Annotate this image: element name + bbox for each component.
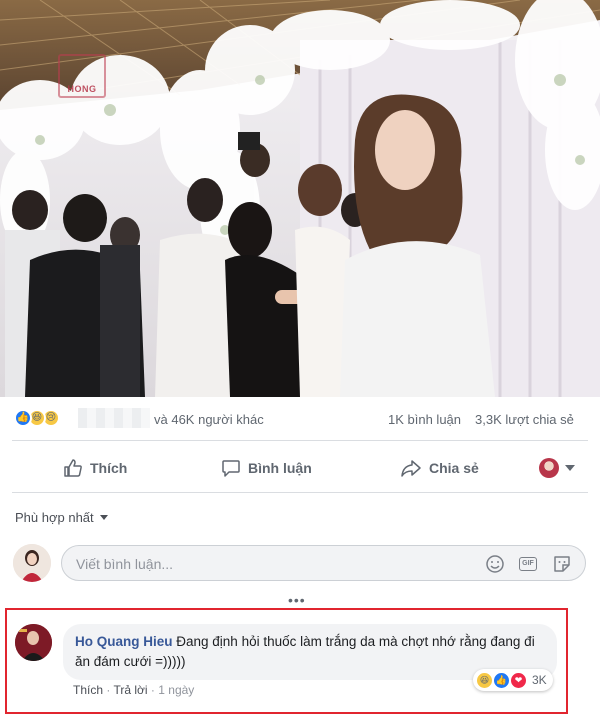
profile-avatar-icon — [539, 458, 559, 478]
sticker-icon[interactable] — [552, 554, 572, 574]
divider — [12, 492, 588, 493]
more-comments-indicator[interactable]: ••• — [288, 592, 306, 608]
comment-composer[interactable]: GIF — [61, 545, 586, 581]
sort-label: Phù hợp nhất — [15, 510, 94, 525]
share-button-label: Chia sẻ — [429, 460, 479, 476]
post-photo[interactable]: HONG — [0, 0, 600, 397]
current-user-avatar[interactable] — [13, 544, 51, 582]
post-stats-row: 👍 😆 😢 và 46K người khác 1K bình luận 3,3… — [0, 404, 600, 436]
commenter-avatar[interactable] — [15, 624, 52, 661]
comment-reactions-pill[interactable]: 😆 👍 ❤ 3K — [473, 669, 553, 691]
comment-button[interactable]: Bình luận — [221, 452, 312, 484]
share-button[interactable]: Chia sẻ — [400, 452, 479, 484]
caret-down-icon — [565, 465, 575, 471]
like-reaction-icon: 👍 — [494, 672, 509, 688]
divider — [12, 440, 588, 441]
meta-separator: · — [150, 683, 155, 697]
react-as-selector[interactable] — [539, 452, 575, 484]
like-button[interactable]: Thích — [63, 452, 127, 484]
comment-reaction-count: 3K — [532, 673, 547, 687]
emoji-icon[interactable] — [485, 554, 505, 574]
user-photo-icon — [13, 544, 51, 582]
caret-down-icon — [99, 515, 108, 520]
gif-icon[interactable]: GIF — [518, 554, 538, 574]
comment-time[interactable]: 1 ngày — [158, 683, 194, 697]
comment-button-label: Bình luận — [248, 460, 312, 476]
share-arrow-icon — [401, 460, 421, 477]
comment-meta: Thích · Trả lời · 1 ngày — [73, 683, 194, 697]
thumbs-up-icon — [64, 459, 82, 477]
comment-like-link[interactable]: Thích — [73, 683, 103, 697]
like-button-label: Thích — [90, 460, 128, 476]
comment-sort-dropdown[interactable]: Phù hợp nhất — [15, 510, 108, 525]
love-reaction-icon: ❤ — [511, 672, 526, 688]
haha-reaction-icon: 😆 — [477, 672, 492, 688]
comments-count-link[interactable]: 1K bình luận — [388, 412, 461, 427]
like-reaction-icon: 👍 — [14, 409, 32, 427]
shares-count-link[interactable]: 3,3K lượt chia sẻ — [475, 412, 574, 427]
blurred-name — [78, 408, 150, 428]
speech-bubble-icon — [222, 460, 240, 477]
reaction-summary[interactable]: 👍 😆 😢 — [14, 409, 60, 427]
comment-reply-link[interactable]: Trả lời — [113, 683, 147, 697]
reactions-others-text[interactable]: và 46K người khác — [154, 412, 264, 427]
commenter-photo-icon — [15, 624, 52, 661]
meta-separator: · — [106, 683, 111, 697]
photo-watermark-logo: HONG — [58, 54, 106, 98]
comment-input[interactable] — [76, 554, 466, 574]
comment-author-link[interactable]: Ho Quang Hieu — [75, 634, 173, 649]
